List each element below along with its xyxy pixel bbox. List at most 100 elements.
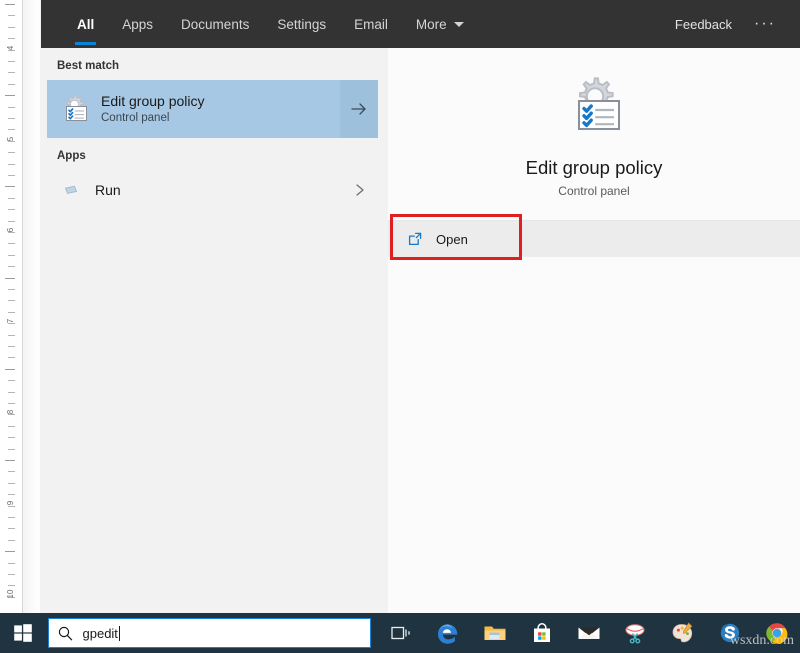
microsoft-store-icon [529, 620, 555, 646]
ruler-number: 7 [5, 312, 17, 330]
ruler-tick [8, 528, 15, 529]
ruler-tick [8, 346, 15, 347]
microsoft-edge-icon [435, 620, 461, 646]
best-match-heading: Best match [41, 48, 382, 80]
preview-card: Edit group policy Control panel [388, 48, 800, 220]
expand-details-button[interactable] [340, 80, 378, 138]
ruler-tick [8, 72, 15, 73]
search-filter-tabs: All Apps Documents Settings EmailMore [63, 0, 478, 48]
chevron-right-icon[interactable] [342, 182, 378, 198]
mail-icon [576, 620, 602, 646]
ruler-tick [8, 164, 15, 165]
windows-search-flyout: All Apps Documents Settings EmailMore Feedba… [41, 0, 800, 613]
chevron-down-icon [454, 22, 464, 27]
open-external-icon [388, 231, 428, 247]
result-preview-pane: Edit group policy Control panel Open [388, 48, 800, 613]
taskbar-item-file-explorer[interactable] [471, 613, 518, 653]
start-button[interactable] [0, 613, 46, 653]
search-body: Best match [41, 48, 800, 613]
ruler-shade [23, 0, 41, 613]
ruler-tick [8, 175, 15, 176]
taskbar-search-box[interactable]: gpedit [48, 618, 372, 648]
ruler-tick [8, 61, 15, 62]
best-match-subtitle: Control panel [101, 111, 340, 126]
tab-settings[interactable]: Settings [263, 0, 340, 48]
ruler-number: 6 [5, 221, 17, 239]
taskbar-item-google-chrome[interactable] [753, 613, 800, 653]
tab-label: Settings [277, 17, 326, 32]
tab-all[interactable]: All [63, 0, 108, 48]
feedback-button[interactable]: Feedback [659, 17, 748, 32]
task-view-icon [390, 623, 412, 643]
tab-label: All [77, 17, 94, 32]
ruler-tick [8, 15, 15, 16]
open-button[interactable]: Open [388, 221, 800, 257]
ruler-tick [8, 107, 15, 108]
taskbar-item-task-view[interactable] [377, 613, 424, 653]
best-match-title: Edit group policy [101, 93, 340, 110]
list-item-label: Run [95, 182, 342, 198]
paint-3d-icon [670, 620, 696, 646]
tab-label: Documents [181, 17, 249, 32]
text-caret [119, 626, 120, 641]
ruler-number: 5 [5, 130, 17, 148]
search-header: All Apps Documents Settings EmailMore Feedba… [41, 0, 800, 48]
screen: 45678910 AllAppsDocumentsSettingsEmailMo… [0, 0, 800, 653]
taskbar-item-snip-and-sketch[interactable] [612, 613, 659, 653]
taskbar-item-skype[interactable] [706, 613, 753, 653]
ruler-tick [8, 471, 15, 472]
header-right-group: Feedback ··· [659, 15, 800, 33]
ruler-number: 8 [5, 403, 17, 421]
ruler-tick [8, 449, 15, 450]
preview-group-policy-icon [562, 74, 626, 143]
ruler-tick [8, 392, 15, 393]
ruler-tick [8, 300, 15, 301]
search-icon [49, 625, 83, 642]
run-icon [47, 182, 95, 198]
taskbar-item-mail[interactable] [565, 613, 612, 653]
preview-subtitle: Control panel [558, 184, 629, 198]
ruler-tick [5, 278, 15, 279]
taskbar-item-microsoft-store[interactable] [518, 613, 565, 653]
ruler-tick [8, 152, 15, 153]
ruler-tick [8, 84, 15, 85]
ruler-tick [8, 357, 15, 358]
ruler-tick [8, 540, 15, 541]
more-options-icon[interactable]: ··· [748, 15, 782, 33]
ruler-tick [8, 574, 15, 575]
ruler-tick [8, 289, 15, 290]
ruler-tick [8, 517, 15, 518]
ruler-baseline [22, 0, 23, 613]
taskbar-item-paint-3d[interactable] [659, 613, 706, 653]
tab-email[interactable]: Email [340, 0, 402, 48]
ruler-tick [8, 255, 15, 256]
ruler-number: 9 [5, 494, 17, 512]
file-explorer-icon [482, 620, 508, 646]
ruler-tick [8, 198, 15, 199]
tab-apps[interactable]: Apps [108, 0, 167, 48]
search-input[interactable]: gpedit [83, 626, 120, 641]
open-button-label: Open [436, 232, 468, 247]
start-windows-logo-icon [13, 623, 33, 643]
tab-label: Apps [122, 17, 153, 32]
ruler-tick [8, 209, 15, 210]
ruler-tick [8, 563, 15, 564]
ruler-tick [8, 380, 15, 381]
ruler-tick [5, 186, 15, 187]
google-chrome-icon [764, 620, 790, 646]
tab-documents[interactable]: Documents [167, 0, 263, 48]
search-input-value: gpedit [83, 626, 118, 641]
best-match-text: Edit group policy Control panel [101, 93, 340, 126]
tab-more[interactable]: More [402, 0, 478, 48]
arrow-right-icon [349, 101, 369, 117]
ruler-tick [8, 483, 15, 484]
best-match-result-edit-group-policy[interactable]: Edit group policy Control panel [47, 80, 378, 138]
taskbar-item-microsoft-edge[interactable] [424, 613, 471, 653]
ruler-tick [8, 118, 15, 119]
apps-heading: Apps [41, 138, 382, 170]
list-item-run[interactable]: Run [47, 170, 378, 210]
ruler-tick [5, 551, 15, 552]
results-list-pane: Best match [41, 48, 382, 613]
ruler-tick [8, 266, 15, 267]
skype-icon [717, 620, 743, 646]
